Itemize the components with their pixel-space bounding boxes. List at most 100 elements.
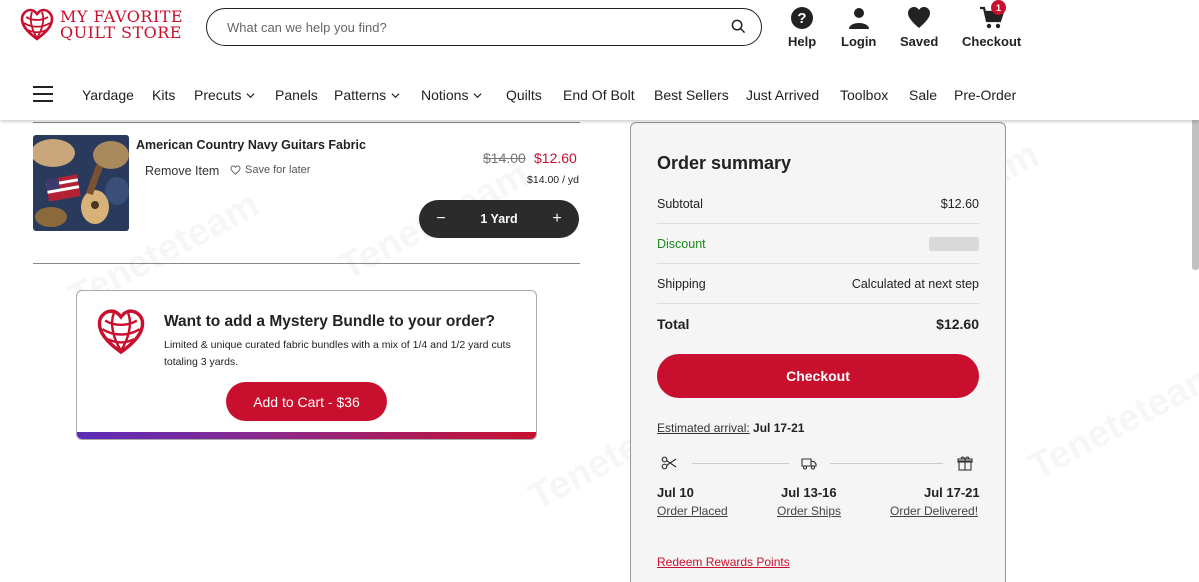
nav-item-end-of-bolt[interactable]: End Of Bolt: [563, 87, 635, 103]
nav-label: Sale: [909, 87, 938, 103]
nav-label: Best Sellers: [654, 87, 729, 103]
subtotal-row: Subtotal $12.60: [657, 184, 979, 224]
discount-value-placeholder: [929, 236, 979, 251]
nav-label: Yardage: [82, 87, 134, 103]
checkout-label: Checkout: [962, 34, 1022, 49]
search-bar[interactable]: [206, 8, 762, 46]
watermark: Teneteteam: [1022, 354, 1199, 490]
discount-row: Discount: [657, 224, 979, 264]
help-button[interactable]: ? Help: [788, 6, 816, 49]
divider: [33, 122, 580, 123]
nav-label: Patterns: [334, 87, 387, 103]
bundle-title: Want to add a Mystery Bundle to your ord…: [164, 313, 495, 330]
yarn-heart-icon: [96, 309, 146, 360]
quantity-value: 1 Yard: [480, 212, 518, 226]
nav-label: Pre-Order: [954, 87, 1017, 103]
nav-item-panels[interactable]: Panels: [275, 87, 318, 103]
delivery-timeline: [657, 453, 979, 473]
quantity-stepper[interactable]: − 1 Yard +: [419, 200, 579, 238]
nav-label: Notions: [421, 87, 469, 103]
logo-text: MY FAVORITE QUILT STORE: [60, 9, 183, 41]
nav-item-pre-order[interactable]: Pre-Order: [954, 87, 1016, 103]
chevron-down-icon: [391, 92, 400, 98]
product-image[interactable]: [33, 135, 129, 231]
nav-item-notions[interactable]: Notions: [421, 87, 482, 103]
estimated-arrival-value: Jul 17-21: [753, 421, 805, 435]
chevron-down-icon: [473, 92, 482, 98]
shipping-value: Calculated at next step: [851, 276, 979, 291]
help-label: Help: [788, 34, 817, 49]
remove-item-button[interactable]: Remove Item: [145, 164, 219, 178]
timeline-connector: [692, 463, 789, 464]
saved-label: Saved: [900, 34, 939, 49]
svg-text:?: ?: [797, 10, 806, 27]
logo[interactable]: MY FAVORITE QUILT STORE: [20, 8, 183, 42]
nav-label: Kits: [152, 87, 176, 103]
subtotal-value: $12.60: [940, 196, 979, 211]
shipping-row: Shipping Calculated at next step: [657, 264, 979, 304]
discount-label: Discount: [657, 236, 706, 251]
estimated-arrival: Estimated arrival: Jul 17-21: [657, 421, 804, 435]
logo-line-2: QUILT STORE: [60, 23, 182, 42]
nav-label: Just Arrived: [746, 87, 820, 103]
checkout-cart-button[interactable]: 1 Checkout: [962, 0, 1022, 49]
decrease-quantity-button[interactable]: −: [433, 210, 449, 228]
total-row: Total $12.60: [657, 304, 979, 344]
estimated-arrival-label[interactable]: Estimated arrival:: [657, 421, 750, 435]
nav-item-just-arrived[interactable]: Just Arrived: [746, 87, 819, 103]
total-value: $12.60: [936, 316, 979, 332]
user-icon: [848, 8, 869, 29]
nav-item-toolbox[interactable]: Toolbox: [840, 87, 888, 103]
add-bundle-to-cart-button[interactable]: Add to Cart - $36: [226, 382, 387, 421]
nav-item-sale[interactable]: Sale: [909, 87, 937, 103]
menu-hamburger-icon[interactable]: [33, 86, 53, 102]
mystery-bundle-card: Want to add a Mystery Bundle to your ord…: [76, 290, 537, 440]
timeline-connector: [830, 463, 943, 464]
subtotal-label: Subtotal: [657, 196, 703, 211]
save-for-later-label: Save for later: [245, 164, 311, 176]
gift-icon: [957, 456, 973, 471]
total-label: Total: [657, 316, 690, 332]
timeline-label-placed[interactable]: Order Placed: [657, 504, 728, 518]
search-icon[interactable]: [731, 19, 747, 35]
cart-count-badge: 1: [991, 0, 1006, 15]
nav-item-best-sellers[interactable]: Best Sellers: [654, 87, 729, 103]
nav-item-quilts[interactable]: Quilts: [506, 87, 542, 103]
nav-item-precuts[interactable]: Precuts: [194, 87, 255, 103]
redeem-rewards-link[interactable]: Redeem Rewards Points: [657, 555, 790, 569]
timeline-date-placed: Jul 10: [657, 485, 694, 500]
gradient-strip: [77, 432, 536, 439]
page: Teneteteam Teneteteam Teneteteam Tenetet…: [0, 0, 1199, 582]
order-summary-title: Order summary: [657, 153, 792, 173]
nav-label: Precuts: [194, 87, 242, 103]
login-label: Login: [841, 34, 877, 49]
nav-label: End Of Bolt: [563, 87, 635, 103]
nav-item-yardage[interactable]: Yardage: [82, 87, 134, 103]
chevron-down-icon: [246, 92, 255, 98]
nav-item-kits[interactable]: Kits: [152, 87, 175, 103]
bundle-description: Limited & unique curated fabric bundles …: [164, 339, 511, 368]
timeline-date-ships: Jul 13-16: [781, 485, 837, 500]
product-title[interactable]: American Country Navy Guitars Fabric: [136, 138, 366, 152]
search-input[interactable]: [227, 19, 731, 35]
site-header: MY FAVORITE QUILT STORE ? Help Login Sav…: [0, 0, 1199, 120]
help-icon: ?: [791, 7, 814, 29]
save-for-later-button[interactable]: Save for later: [230, 164, 310, 176]
heart-outline-icon: [230, 165, 241, 175]
login-button[interactable]: Login: [841, 6, 876, 49]
saved-button[interactable]: Saved: [900, 6, 938, 49]
shipping-label: Shipping: [657, 276, 706, 291]
truck-icon: [801, 458, 817, 470]
increase-quantity-button[interactable]: +: [549, 210, 565, 228]
nav-item-patterns[interactable]: Patterns: [334, 87, 400, 103]
divider: [33, 263, 580, 264]
checkout-button[interactable]: Checkout: [657, 354, 979, 398]
sale-price: $12.60: [534, 150, 577, 166]
nav-label: Toolbox: [840, 87, 889, 103]
original-price: $14.00: [483, 150, 526, 166]
timeline-label-ships[interactable]: Order Ships: [777, 504, 841, 518]
scissors-icon: [661, 456, 677, 470]
heart-icon: [908, 7, 931, 28]
timeline-label-delivered[interactable]: Order Delivered!: [890, 504, 978, 518]
order-summary-panel: Order summary Subtotal $12.60 Discount S…: [630, 122, 1006, 582]
